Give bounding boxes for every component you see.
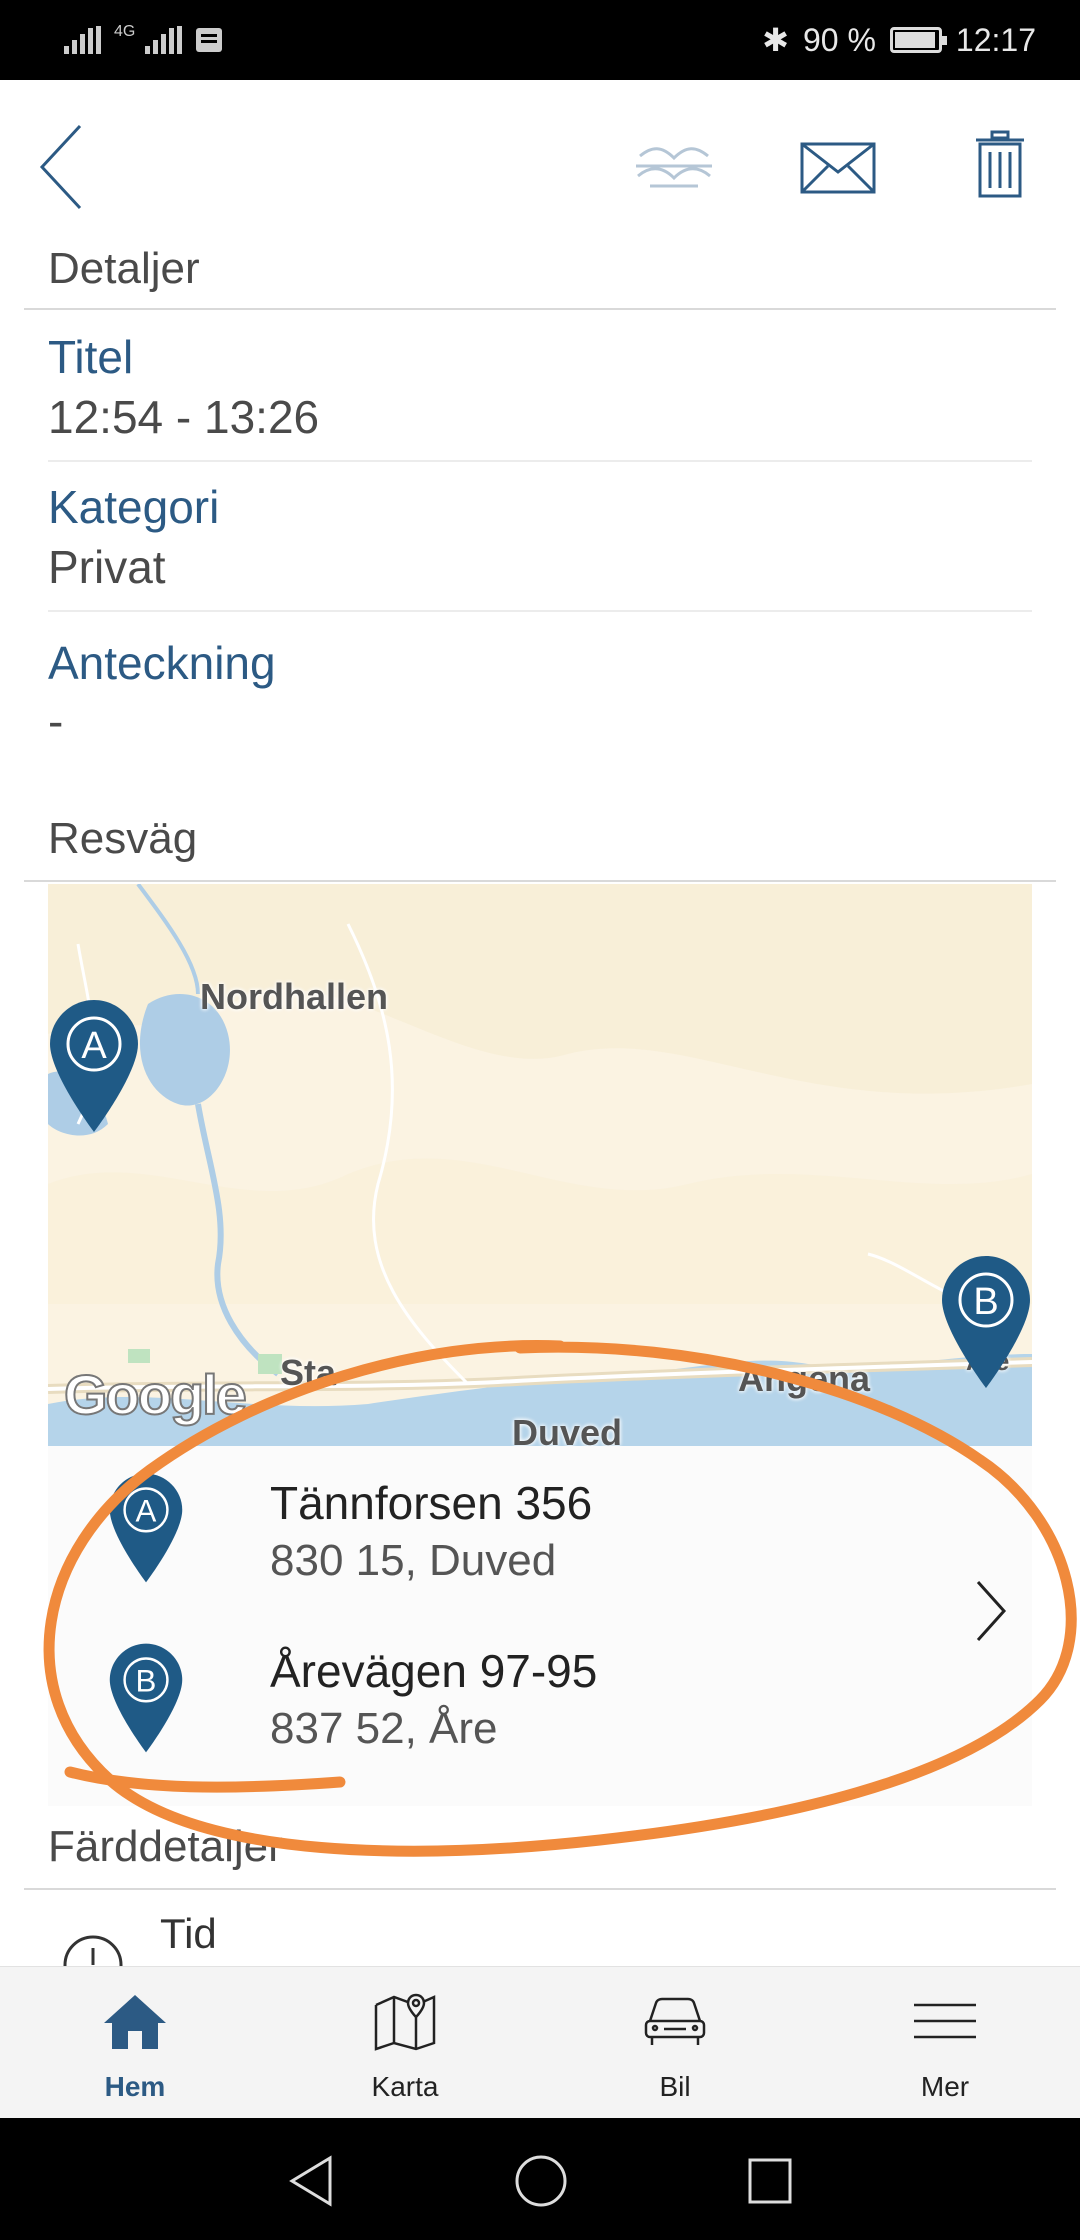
route-map[interactable]: Nordhallen Sta Duved Angena Åre Google A… xyxy=(48,884,1032,1446)
time-label: Tid xyxy=(160,1910,217,1957)
bottom-navigation: Hem Karta Bil Mer xyxy=(0,1966,1080,2118)
map-label-angena: Angena xyxy=(738,1358,871,1399)
menu-icon xyxy=(914,2003,976,2039)
category-value[interactable]: Privat xyxy=(48,540,166,594)
clock: 12:17 xyxy=(955,21,1036,58)
pin-a-icon[interactable]: A xyxy=(48,998,140,1134)
clock-icon xyxy=(63,1935,123,1966)
battery-icon xyxy=(889,27,947,53)
nav-car-label: Bil xyxy=(659,2071,691,2102)
chevron-left-icon[interactable] xyxy=(36,122,86,212)
pin-a-letter: A xyxy=(136,1493,157,1528)
signal-indicators: 4G xyxy=(64,22,223,58)
nav-more[interactable]: Mer xyxy=(810,1967,1080,2119)
divider xyxy=(48,460,1032,462)
map-label-sta: Sta xyxy=(280,1352,337,1393)
nav-car[interactable]: Bil xyxy=(540,1967,810,2119)
pin-b-icon[interactable]: B xyxy=(940,1254,1032,1390)
pin-b-letter: B xyxy=(973,1281,998,1323)
recents-square-icon[interactable] xyxy=(746,2154,794,2208)
pin-b-icon: B xyxy=(109,1643,183,1753)
end-address-postal: 837 52, Åre xyxy=(270,1704,498,1753)
back-triangle-icon[interactable] xyxy=(286,2154,336,2208)
status-bar: 4G ✱ 90 % 12:17 xyxy=(0,0,1080,80)
car-icon xyxy=(644,1997,706,2045)
home-icon xyxy=(104,1995,166,2049)
trip-details-heading: Färddetaljer xyxy=(48,1822,283,1871)
start-address-postal: 830 15, Duved xyxy=(270,1536,557,1585)
nav-map[interactable]: Karta xyxy=(270,1967,540,2119)
envelope-icon[interactable] xyxy=(800,142,876,194)
nav-home-label: Hem xyxy=(104,2071,166,2102)
nav-home[interactable]: Hem xyxy=(0,1967,270,2119)
category-label: Kategori xyxy=(48,481,220,533)
end-address-street: Årevägen 97-95 xyxy=(270,1645,598,1697)
start-address-street: Tännforsen 356 xyxy=(270,1477,593,1529)
divider xyxy=(24,308,1056,310)
boat-icon[interactable] xyxy=(632,136,716,194)
toolbar xyxy=(0,80,1080,250)
nav-more-label: Mer xyxy=(920,2071,970,2102)
battery-percent: 90 % xyxy=(802,21,876,58)
map-label-duved: Duved xyxy=(512,1412,623,1446)
title-value[interactable]: 12:54 - 13:26 xyxy=(48,390,319,444)
google-logo: Google xyxy=(63,1362,248,1427)
note-value[interactable]: - xyxy=(48,694,63,748)
trash-icon[interactable] xyxy=(974,130,1026,200)
pin-a-letter: A xyxy=(81,1025,107,1067)
details-heading: Detaljer xyxy=(48,244,200,293)
notification-icon xyxy=(196,28,223,52)
status-right: ✱ 90 % 12:17 xyxy=(762,18,1036,62)
note-label: Anteckning xyxy=(48,637,276,689)
title-label: Titel xyxy=(48,331,134,383)
chevron-right-icon[interactable] xyxy=(974,1580,1008,1642)
divider xyxy=(24,880,1056,882)
nav-map-label: Karta xyxy=(371,2071,439,2102)
network-type: 4G xyxy=(114,23,136,40)
bluetooth-icon: ✱ xyxy=(762,22,789,58)
map-label-nordhallen: Nordhallen xyxy=(200,976,389,1017)
signal-icon-2 xyxy=(145,26,183,54)
divider xyxy=(24,1888,1056,1890)
route-summary-card[interactable]: A Tännforsen 356 830 15, Duved B Åreväge… xyxy=(48,1446,1032,1806)
divider xyxy=(48,610,1032,612)
pin-a-icon: A xyxy=(109,1473,183,1583)
pin-b-letter: B xyxy=(136,1663,157,1698)
home-circle-icon[interactable] xyxy=(514,2154,568,2208)
signal-icon xyxy=(64,26,101,54)
route-heading: Resväg xyxy=(48,814,198,863)
system-navigation-bar xyxy=(0,2118,1080,2240)
map-icon xyxy=(374,1993,436,2051)
